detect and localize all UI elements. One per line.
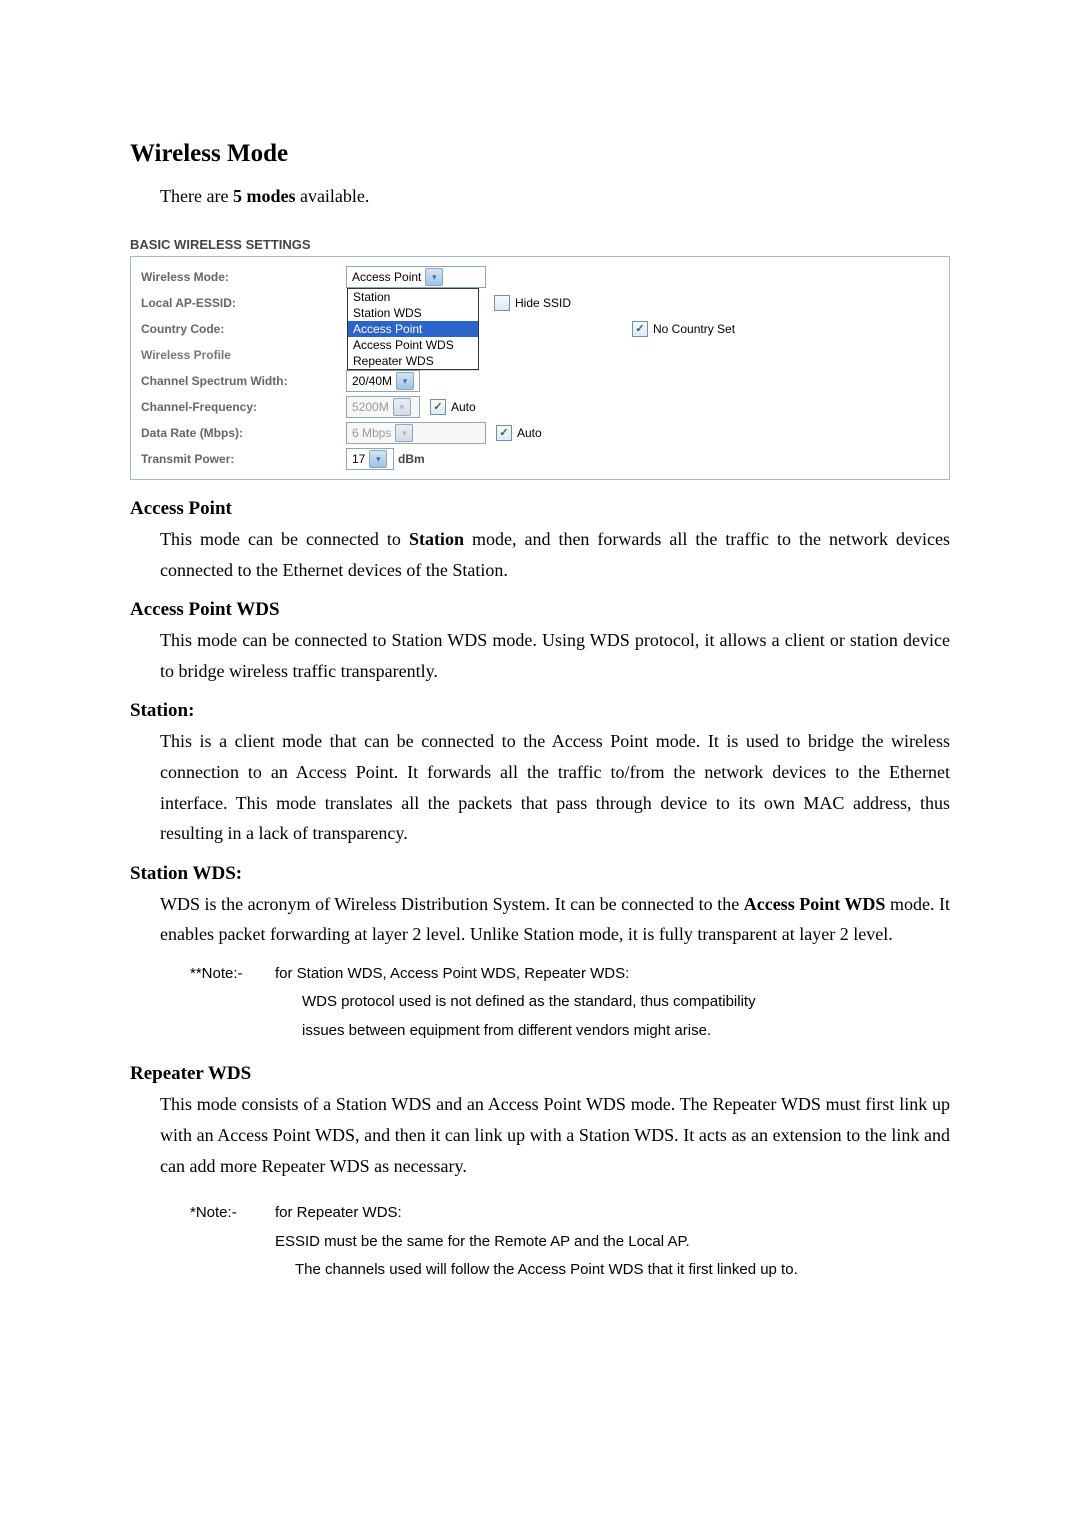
option-station-wds[interactable]: Station WDS — [348, 305, 478, 321]
chevron-down-icon: ▾ — [369, 450, 387, 468]
stationwds-pre: WDS is the acronym of Wireless Distribut… — [160, 894, 744, 914]
select-channel-spectrum-value: 20/40M — [352, 374, 392, 388]
intro-bold: 5 modes — [233, 186, 296, 206]
heading-repeater-wds: Repeater WDS — [130, 1063, 950, 1085]
note2-l1: for Repeater WDS: — [275, 1204, 402, 1221]
checkbox-icon — [430, 399, 446, 415]
wireless-mode-dropdown-list[interactable]: Station Station WDS Access Point Access … — [347, 288, 479, 370]
option-station[interactable]: Station — [348, 289, 478, 305]
checkbox-auto-frequency[interactable]: Auto — [430, 399, 476, 415]
label-country-code: Country Code: — [141, 322, 346, 336]
row-transmit-power: Transmit Power: 17 ▾ dBm — [141, 447, 939, 471]
row-channel-frequency: Channel-Frequency: 5200M ▾ Auto — [141, 395, 939, 419]
heading-access-point-wds: Access Point WDS — [130, 599, 950, 621]
para-access-point: This mode can be connected to Station mo… — [160, 524, 950, 585]
option-repeater-wds[interactable]: Repeater WDS — [348, 353, 478, 369]
row-wireless-mode: Wireless Mode: Access Point ▾ — [141, 265, 939, 289]
chevron-down-icon: ▾ — [395, 424, 413, 442]
bold-apwds: Access Point WDS — [744, 894, 886, 914]
note2-l3: The channels used will follow the Access… — [295, 1256, 950, 1285]
heading-station: Station: — [130, 700, 950, 722]
checkbox-no-country-set[interactable]: No Country Set — [632, 321, 735, 337]
checkbox-hide-ssid[interactable]: Hide SSID — [494, 295, 571, 311]
heading-access-point: Access Point — [130, 498, 950, 520]
chevron-down-icon: ▾ — [425, 268, 443, 286]
checkbox-auto-rate[interactable]: Auto — [496, 425, 542, 441]
note2-tag: *Note:- — [190, 1199, 275, 1228]
chevron-down-icon: ▾ — [396, 372, 414, 390]
select-channel-spectrum[interactable]: 20/40M ▾ — [346, 370, 420, 392]
note1-l2: WDS protocol used is not defined as the … — [302, 988, 950, 1017]
label-data-rate: Data Rate (Mbps): — [141, 426, 346, 440]
label-wireless-profile: Wireless Profile — [141, 348, 346, 362]
note1-l1: for Station WDS, Access Point WDS, Repea… — [275, 965, 629, 982]
row-wireless-profile: Wireless Profile — [141, 343, 939, 367]
row-data-rate: Data Rate (Mbps): 6 Mbps ▾ Auto — [141, 421, 939, 445]
settings-panel: Wireless Mode: Access Point ▾ Station St… — [130, 256, 950, 480]
label-channel-frequency: Channel-Frequency: — [141, 400, 346, 414]
select-wireless-mode-value: Access Point — [352, 270, 421, 284]
option-access-point[interactable]: Access Point — [348, 321, 478, 337]
para-station-wds: WDS is the acronym of Wireless Distribut… — [160, 889, 950, 950]
label-transmit-power: Transmit Power: — [141, 452, 346, 466]
select-data-rate-value: 6 Mbps — [352, 426, 391, 440]
select-transmit-power[interactable]: 17 ▾ — [346, 448, 394, 470]
label-channel-spectrum: Channel Spectrum Width: — [141, 374, 346, 388]
page-title: Wireless Mode — [130, 140, 950, 168]
row-channel-spectrum: Channel Spectrum Width: 20/40M ▾ — [141, 369, 939, 393]
chevron-down-icon: ▾ — [393, 398, 411, 416]
intro-text: There are 5 modes available. — [160, 186, 950, 207]
no-country-set-label: No Country Set — [653, 322, 735, 336]
checkbox-icon — [496, 425, 512, 441]
note2-l2: ESSID must be the same for the Remote AP… — [275, 1228, 950, 1257]
note1-l3: issues between equipment from different … — [302, 1017, 950, 1046]
note1-tag: **Note:- — [190, 960, 275, 989]
transmit-unit: dBm — [398, 452, 425, 466]
para-access-point-wds: This mode can be connected to Station WD… — [160, 625, 950, 686]
label-local-ap-essid: Local AP-ESSID: — [141, 296, 346, 310]
row-local-ap-essid: Local AP-ESSID: Hide SSID — [141, 291, 939, 315]
intro-prefix: There are — [160, 186, 233, 206]
select-transmit-power-value: 17 — [352, 452, 365, 466]
panel-heading: BASIC WIRELESS SETTINGS — [130, 237, 950, 252]
select-data-rate: 6 Mbps ▾ — [346, 422, 486, 444]
row-country-code: Country Code: No Country Set — [141, 317, 939, 341]
select-wireless-mode[interactable]: Access Point ▾ — [346, 266, 486, 288]
para-repeater-wds: This mode consists of a Station WDS and … — [160, 1089, 950, 1181]
checkbox-icon — [494, 295, 510, 311]
hide-ssid-label: Hide SSID — [515, 296, 571, 310]
auto-freq-label: Auto — [451, 400, 476, 414]
heading-station-wds: Station WDS: — [130, 863, 950, 885]
bold-station: Station — [409, 529, 464, 549]
select-channel-frequency: 5200M ▾ — [346, 396, 420, 418]
label-wireless-mode: Wireless Mode: — [141, 270, 346, 284]
para-station: This is a client mode that can be connec… — [160, 726, 950, 848]
note-repeater-wds: *Note:-for Repeater WDS: ESSID must be t… — [190, 1199, 950, 1285]
note-station-wds: **Note:-for Station WDS, Access Point WD… — [190, 960, 950, 1046]
checkbox-icon — [632, 321, 648, 337]
intro-suffix: available. — [295, 186, 369, 206]
option-access-point-wds[interactable]: Access Point WDS — [348, 337, 478, 353]
select-channel-frequency-value: 5200M — [352, 400, 389, 414]
auto-rate-label: Auto — [517, 426, 542, 440]
